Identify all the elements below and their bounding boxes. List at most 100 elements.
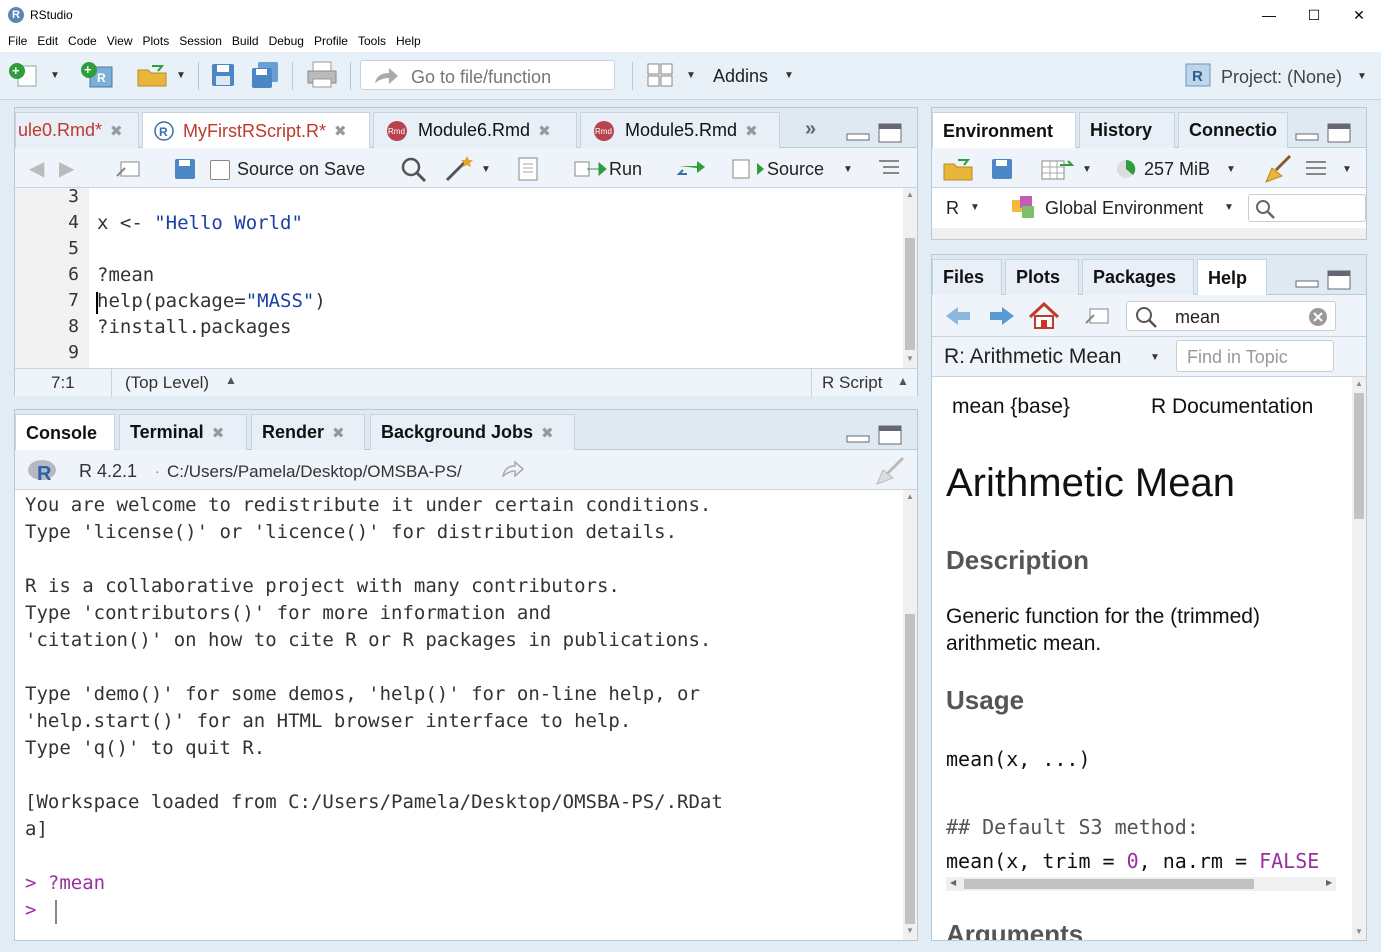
view-dropdown-icon[interactable]: ▼ [1342,164,1352,175]
scroll-thumb[interactable] [905,614,915,924]
pane-minmax-icons[interactable] [845,122,905,144]
tab-module5[interactable]: Rmd Module5.Rmd ✖ [580,112,780,148]
menu-session[interactable]: Session [179,34,222,48]
close-button[interactable]: ✕ [1336,0,1381,30]
source-dropdown-icon[interactable]: ▼ [843,164,853,175]
list-view-icon[interactable] [1304,158,1330,180]
console-scrollbar[interactable]: ▲ ▼ [903,490,917,940]
scroll-right-icon[interactable]: ▶ [1326,878,1332,887]
scroll-left-icon[interactable]: ◀ [950,878,956,887]
memory-dropdown-icon[interactable]: ▼ [1226,164,1236,175]
new-file-icon[interactable]: + [8,62,44,88]
maximize-button[interactable]: ☐ [1291,0,1337,30]
scroll-thumb[interactable] [905,238,915,350]
scope-updown-icon[interactable]: ▲ [225,373,237,387]
clear-workspace-broom-icon[interactable] [1264,154,1294,184]
filetype-updown-icon[interactable]: ▲ [897,374,909,388]
clear-search-icon[interactable] [1307,306,1329,328]
code-tools-dropdown-icon[interactable]: ▼ [481,164,491,175]
scroll-up-icon[interactable]: ▲ [1355,379,1363,388]
compile-report-icon[interactable] [515,156,541,182]
show-in-window-icon[interactable] [115,158,143,180]
environment-scope-selector[interactable]: Global Environment [1045,198,1203,219]
scroll-up-icon[interactable]: ▲ [906,492,914,501]
help-search-input[interactable]: mean [1126,301,1336,331]
menu-view[interactable]: View [107,34,133,48]
open-file-icon[interactable] [136,62,172,88]
language-selector[interactable]: R [946,198,959,219]
tab-packages[interactable]: Packages [1082,259,1194,295]
hscroll-thumb[interactable] [964,879,1254,889]
close-tab-icon[interactable]: ✖ [110,122,123,140]
project-selector[interactable]: Project: (None) [1221,67,1342,88]
clear-console-broom-icon[interactable] [873,456,907,486]
tab-plots[interactable]: Plots [1005,259,1079,295]
import-dataset-dropdown-icon[interactable]: ▼ [1082,164,1092,175]
goto-file-function-input[interactable]: Go to file/function [360,60,615,90]
code-editor[interactable]: 3 4 5 6 7 8 9 x <- "Hello World" ?mean h… [15,188,903,368]
help-scrollbar[interactable]: ▲ ▼ [1352,377,1366,940]
tab-terminal[interactable]: Terminal ✖ [119,414,247,450]
environment-search-input[interactable] [1248,194,1366,222]
pane-minmax-icons[interactable] [1294,269,1354,291]
scope-dropdown-icon[interactable]: ▼ [1224,202,1234,213]
go-to-directory-icon[interactable] [501,460,525,480]
tab-history[interactable]: History [1079,112,1175,148]
pane-minmax-icons[interactable] [845,424,905,446]
help-forward-icon[interactable] [988,305,1016,327]
scroll-down-icon[interactable]: ▼ [906,926,914,935]
close-tab-icon[interactable]: ✖ [541,424,554,442]
rerun-icon[interactable] [675,158,709,180]
code-hscroll[interactable]: ◀ ▶ [946,877,1336,891]
help-topic-dropdown-icon[interactable]: ▼ [1150,352,1160,363]
help-back-icon[interactable] [944,305,972,327]
tab-console[interactable]: Console [15,414,115,451]
console-output[interactable]: You are welcome to redistribute it under… [15,490,903,940]
save-icon[interactable] [210,62,238,90]
environment-hscroll[interactable] [932,228,1366,239]
addins-dropdown-icon[interactable]: ▼ [784,70,794,81]
memory-usage[interactable]: 257 MiB [1144,159,1210,180]
menu-profile[interactable]: Profile [314,34,348,48]
project-dropdown-icon[interactable]: ▼ [1357,71,1367,82]
tab-files[interactable]: Files [932,259,1002,295]
run-icon[interactable] [573,158,607,180]
new-project-icon[interactable]: R + [80,61,116,89]
tab-render[interactable]: Render ✖ [251,414,365,450]
scroll-up-icon[interactable]: ▲ [906,190,914,199]
outline-icon[interactable] [877,157,901,179]
source-button[interactable]: Source [767,159,824,180]
pane-layout-icon[interactable] [646,62,676,88]
import-dataset-icon[interactable] [1040,157,1074,181]
tab-myfirstrscript[interactable]: R MyFirstRScript.R* ✖ [142,112,370,149]
source-on-save-checkbox[interactable] [210,160,230,180]
pane-minmax-icons[interactable] [1294,122,1354,144]
scope-selector[interactable]: (Top Level) [125,373,209,393]
minimize-button[interactable]: — [1246,0,1292,30]
pane-layout-dropdown-icon[interactable]: ▼ [686,70,696,81]
menu-build[interactable]: Build [232,34,259,48]
forward-arrow-icon[interactable]: ▶ [59,156,74,181]
save-workspace-icon[interactable] [990,157,1014,181]
load-workspace-icon[interactable] [942,156,976,182]
menu-edit[interactable]: Edit [37,34,58,48]
tab-environment[interactable]: Environment [932,112,1076,149]
menu-plots[interactable]: Plots [143,34,170,48]
menu-code[interactable]: Code [68,34,97,48]
scroll-down-icon[interactable]: ▼ [1355,927,1363,936]
more-tabs-icon[interactable]: » [805,118,816,141]
new-file-dropdown-icon[interactable]: ▼ [50,70,60,81]
close-tab-icon[interactable]: ✖ [212,424,225,442]
source-icon[interactable] [731,158,765,180]
close-tab-icon[interactable]: ✖ [334,122,347,140]
console-prompt[interactable]: > [25,899,36,921]
close-tab-icon[interactable]: ✖ [538,122,551,140]
tab-module0[interactable]: ule0.Rmd* ✖ [15,112,139,148]
editor-scrollbar[interactable]: ▲ ▼ [903,188,917,368]
save-file-icon[interactable] [173,157,197,181]
run-button[interactable]: Run [609,159,642,180]
menu-help[interactable]: Help [396,34,421,48]
filetype-selector[interactable]: R Script [822,373,882,393]
scroll-thumb[interactable] [1354,393,1364,519]
close-tab-icon[interactable]: ✖ [332,424,345,442]
